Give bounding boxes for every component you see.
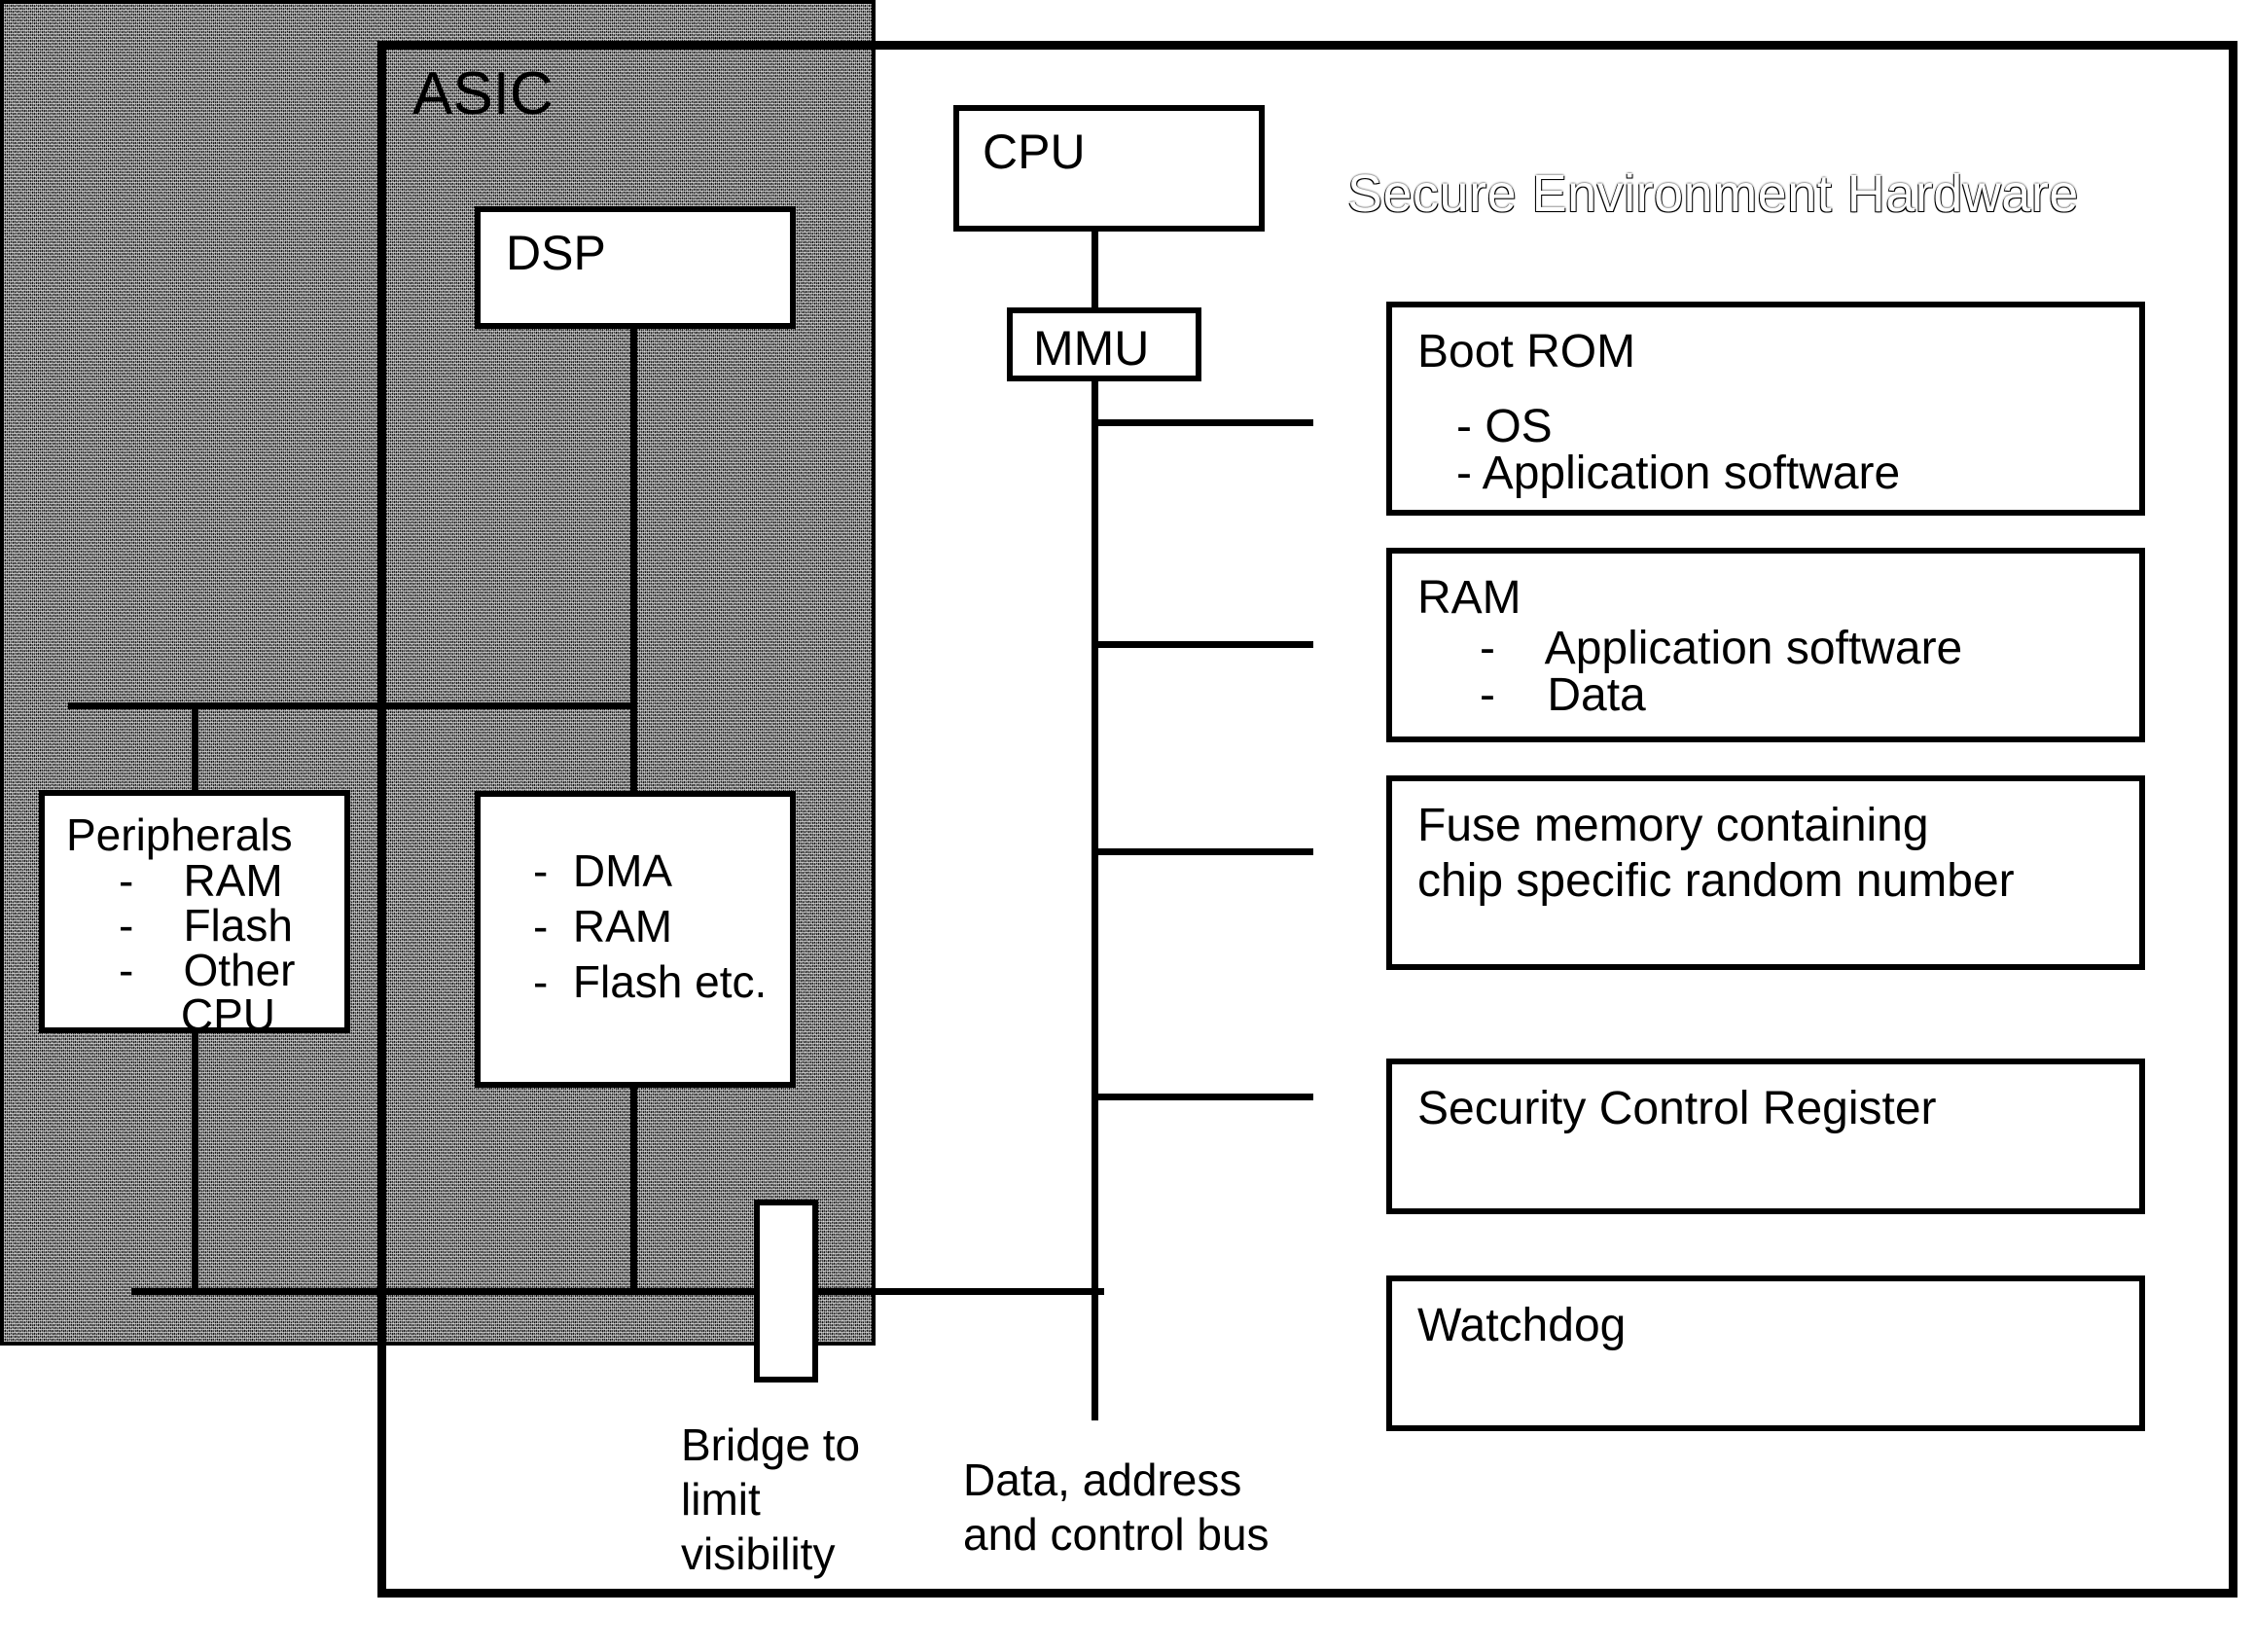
main-bus-vertical [1092,379,1098,1420]
cpu-label: CPU [983,125,1086,179]
asic-label: ASIC [412,60,554,127]
secure-module-watchdog: Watchdog [1386,1275,2145,1431]
dmaram-to-bus-connector [630,1088,637,1294]
secure-module-boot-rom: Boot ROM - OS - Application software [1386,302,2145,516]
secure-module-ram: RAM - Application software - Data [1386,548,2145,742]
mmu-label: MMU [1033,321,1150,376]
ram-item-data: - Data [1480,669,1646,721]
diagram-canvas: ASIC Peripherals - RAM - Flash - Other C… [0,0,2255,1652]
peripherals-title: Peripherals [66,809,293,860]
dsp-memory-item-dma: - DMA [533,845,673,896]
ram-title: RAM [1417,572,1521,624]
dsp-memory-item-ram: - RAM [533,901,673,952]
dsp-memory-item-flash: - Flash etc. [533,956,768,1007]
bridge-block [754,1200,818,1383]
boot-rom-item-application-software: - Application software [1456,448,1901,499]
dsp-to-dmaram-connector [630,329,637,791]
peripheral-upper-bus-line [68,702,637,709]
secure-environment-title: Secure Environment Hardware [1347,164,2079,223]
peripherals-item-cpu: CPU [119,989,276,1040]
fuse-memory-title: Fuse memory containing chip specific ran… [1417,800,2015,907]
peripherals-top-connector [192,702,198,790]
watchdog-title: Watchdog [1417,1300,1627,1351]
peripheral-lower-bus-line [131,1288,1104,1295]
peripherals-item-flash: - Flash [119,900,293,951]
bridge-left-connector [671,1288,759,1295]
bus-branch-boot-rom [1092,419,1313,426]
secure-module-security-control-register: Security Control Register [1386,1059,2145,1214]
security-control-register-title: Security Control Register [1417,1083,1937,1134]
boot-rom-title: Boot ROM [1417,326,1636,377]
peripherals-item-other: - Other [119,945,296,995]
bridge-label: Bridge to limit visibility [681,1419,861,1580]
dsp-label: DSP [506,226,606,280]
bus-branch-ram [1092,641,1313,648]
bus-branch-security-control-register [1092,1094,1313,1100]
peripherals-item-ram: - RAM [119,855,283,906]
cpu-to-mmu-connector [1092,232,1098,307]
peripherals-bottom-connector [192,1033,198,1291]
bus-branch-fuse-memory [1092,848,1313,855]
bus-label: Data, address and control bus [963,1454,1270,1561]
secure-module-fuse-memory: Fuse memory containing chip specific ran… [1386,775,2145,970]
